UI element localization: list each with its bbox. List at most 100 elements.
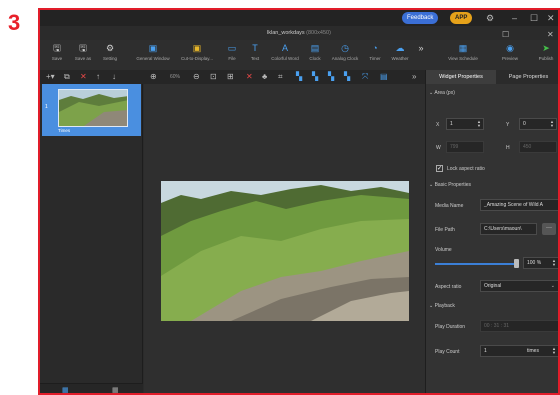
align-top-icon[interactable]: ▚ [344,72,350,82]
weather-button[interactable]: ☁ Weather [388,43,412,61]
area-section-header[interactable]: ⌄ Area (px) [429,90,455,96]
calendar-icon: ▦ [458,43,468,53]
zoom-in-icon[interactable]: ⊕ [150,72,157,82]
view-schedule-label: View Schedule [448,56,478,61]
grid-view-icon[interactable]: ▦ [62,387,69,393]
move-up-icon[interactable]: ↑ [96,72,100,82]
save-label: Save [51,56,63,61]
lock-aspect-label: Lock aspect ratio [447,166,485,172]
cut-to-display-button[interactable]: ▣ Cut-to-Display... [174,43,220,61]
fit-icon[interactable]: ⊡ [210,72,217,82]
playback-section-header[interactable]: ⌄ Playback [429,303,455,309]
add-icon[interactable]: +▾ [46,72,55,82]
timer-icon: ◔ [372,43,378,53]
more-icon[interactable]: » [412,72,416,82]
slide-list-panel: 1 Times ▦ ▦ [40,84,143,393]
expand-icon[interactable]: ⤧ [362,72,368,82]
more-tools-button[interactable]: » [416,43,426,56]
close-icon[interactable]: ✕ [547,12,555,24]
volume-spinner-icon[interactable]: ▲ ▼ [552,259,556,267]
slide-label: Times [58,128,71,133]
feedback-button[interactable]: Feedback [402,12,439,24]
clock-button[interactable]: ▤ Clock [306,43,324,61]
browse-button[interactable]: ··· [542,223,556,235]
aspect-ratio-label: Aspect ratio [435,284,462,290]
play-duration-input[interactable]: 00 : 31 : 31 [480,320,558,332]
view-schedule-button[interactable]: ▦ View Schedule [444,43,482,61]
w-input[interactable]: 799 [446,141,484,153]
move-down-icon[interactable]: ↓ [112,72,116,82]
list-view-icon[interactable]: ▦ [112,387,119,393]
file-path-input[interactable]: C:\Users\maoun\ [480,223,537,235]
align-center-icon[interactable]: ▚ [312,72,318,82]
general-window-button[interactable]: ▣ General Window [132,43,174,61]
layout-icon[interactable]: ▤ [380,72,388,82]
crop-icon[interactable]: ⌗ [278,72,283,82]
tab-page-properties[interactable]: Page Properties [496,70,558,84]
volume-slider-handle[interactable] [514,259,519,268]
zoom-out-icon[interactable]: ⊖ [193,72,200,82]
document-name: lklan_workdays [267,30,305,36]
delete-widget-icon[interactable]: ✕ [246,72,253,82]
media-name-input[interactable]: _Amazing Scene of Wild A [480,199,558,211]
slide-item[interactable]: 1 Times [42,84,141,136]
w-label: W [436,145,441,151]
setting-button[interactable]: ⚙ Setting [98,43,122,61]
volume-input[interactable]: 100 % ▲ ▼ [523,257,558,269]
copy-icon[interactable]: ⧉ [64,72,70,82]
save-icon: 🖫 [53,43,61,53]
weather-icon: ☁ [395,43,405,53]
basic-section-header[interactable]: ⌄ Basic Properties [429,182,471,188]
slide-number: 1 [45,104,48,110]
edit-toolbar: +▾ ⧉ ✕ ↑ ↓ ⊕ 60% ⊖ ⊡ ⊞ ✕ ♣ ⌗ ▚ ▚ ▚ ▚ ⤧ ▤… [40,70,425,84]
app-button[interactable]: APP [450,12,473,24]
gear-icon[interactable]: ⚙ [486,12,494,24]
cut-display-icon: ▣ [192,43,202,53]
file-button[interactable]: ▭ File [224,43,240,61]
preview-button[interactable]: ◉ Preview [498,43,522,61]
play-count-input[interactable]: 1 times ▲ ▼ [480,345,558,357]
publish-button[interactable]: ➤ Publish [534,43,558,61]
text-button[interactable]: T Text [246,43,264,61]
x-value: 1 [450,121,453,127]
setting-label: Setting [102,56,117,61]
tab-widget-properties[interactable]: Widget Properties [426,70,496,84]
timer-button[interactable]: ◔ Timer [366,43,384,61]
weather-label: Weather [391,56,409,61]
clock-label: Clock [309,56,321,61]
lock-aspect-checkbox[interactable]: ✓ [436,165,443,172]
minimize-icon[interactable]: – [512,12,517,24]
save-as-icon: 🖫 [79,43,87,53]
slide-thumbnail [58,89,128,127]
colorful-word-button[interactable]: A Colorful Word [267,43,303,61]
analog-clock-button[interactable]: ◷ Analog Clock [328,43,362,61]
text-icon: T [252,43,258,53]
save-as-button[interactable]: 🖫 Save as [70,43,96,61]
y-label: Y [506,122,510,128]
document-size: (800x450) [306,30,331,36]
maximize-icon[interactable]: ☐ [530,12,538,24]
editor-canvas[interactable] [144,84,425,393]
play-count-spinner-icon[interactable]: ▲ ▼ [552,347,556,355]
document-title: lklan_workdays (800x450) [40,30,558,36]
analog-clock-icon: ◷ [341,43,349,53]
video-widget[interactable] [161,181,409,321]
cut-to-display-label: Cut-to-Display... [181,56,213,61]
preview-label: Preview [501,56,518,61]
fullscreen-icon[interactable]: ⊞ [227,72,234,82]
publish-label: Publish [538,56,554,61]
h-input[interactable]: 450 [519,141,557,153]
delete-icon[interactable]: ✕ [80,72,87,82]
align-right-icon[interactable]: ▚ [328,72,334,82]
y-input[interactable]: 0 ▲ ▼ [519,118,557,130]
x-input[interactable]: 1 ▲ ▼ [446,118,484,130]
volume-slider[interactable] [435,263,519,265]
left-panel-footer: ▦ ▦ [40,383,143,393]
step-number: 3 [8,10,21,35]
align-left-icon[interactable]: ▚ [296,72,302,82]
x-spinner-icon[interactable]: ▲ ▼ [477,120,481,128]
y-spinner-icon[interactable]: ▲ ▼ [550,120,554,128]
save-button[interactable]: 🖫 Save [46,43,68,61]
clean-icon[interactable]: ♣ [262,72,267,82]
aspect-ratio-select[interactable]: Original ⌄ [480,280,558,292]
